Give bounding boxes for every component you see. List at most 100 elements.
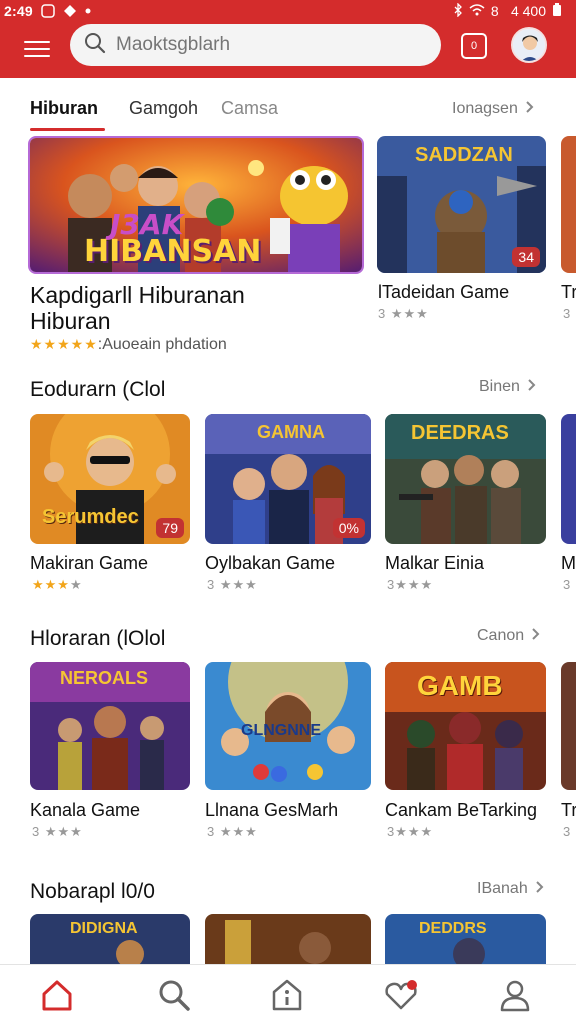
- info-icon: [272, 979, 302, 1011]
- game-card-deddrs[interactable]: DEDDRS: [385, 914, 546, 964]
- game-card-partial[interactable]: [561, 414, 576, 544]
- rating-count: 3: [207, 824, 216, 839]
- game-card-art-text: GAMB: [417, 670, 503, 701]
- featured-title: Kapdigarll Hiburanan Hiburan: [30, 282, 245, 334]
- app-bar: 0: [0, 22, 576, 78]
- game-artwork: [561, 136, 576, 273]
- nav-search[interactable]: [156, 977, 192, 1013]
- game-card-art-text: Serumdec: [42, 506, 139, 528]
- game-card-art-text: GAMNA: [257, 422, 325, 442]
- game-card-art-text: DIDIGNA: [70, 920, 138, 937]
- game-card-neroals[interactable]: NEROALS: [30, 662, 190, 790]
- search-icon: [84, 32, 106, 59]
- battery-icon: [552, 2, 562, 20]
- game-card-gamb[interactable]: GAMB: [385, 662, 546, 790]
- section-more-label: Binen: [479, 378, 520, 395]
- game-card-art-text: DEDDRS: [419, 920, 487, 937]
- status-right: 8 4 400: [453, 1, 562, 20]
- game-card-art-text: SADDZAN: [415, 144, 513, 166]
- game-card-glngnne[interactable]: GLNGNNE: [205, 662, 371, 790]
- game-card-title: Kanala Game: [30, 800, 141, 820]
- avatar[interactable]: [511, 27, 547, 63]
- rating-count: 3: [207, 577, 216, 592]
- game-card-rating: 3 ★★★: [207, 824, 258, 839]
- section-more-label: Canon: [477, 627, 525, 644]
- chevron-right-icon: [536, 880, 544, 898]
- rating-count: 3: [378, 306, 387, 321]
- featured-card[interactable]: J3AK HIBANSAN: [28, 136, 364, 274]
- featured-art-text-main: HIBANSAN: [84, 234, 262, 269]
- game-card-serumdec[interactable]: Serumdec 79: [30, 414, 190, 544]
- game-card-badge: 79: [156, 518, 184, 538]
- tab-gamgoh[interactable]: Gamgoh: [129, 98, 198, 119]
- notification-button[interactable]: 0: [461, 33, 487, 59]
- rating-count: 3: [387, 577, 396, 592]
- tab-underline: [30, 128, 105, 131]
- game-card-title: Malkar Einia: [385, 553, 485, 573]
- section-more-link[interactable]: Binen: [479, 378, 536, 396]
- menu-button[interactable]: [24, 34, 54, 64]
- rating-count: 3: [387, 824, 396, 839]
- tabs-more-label: Ionagsen: [452, 100, 518, 117]
- bluetooth-icon: [453, 1, 463, 20]
- section-title: Nobarapl l0/0: [30, 880, 155, 903]
- game-card-rating: 3: [563, 306, 572, 321]
- tab-camsa[interactable]: Camsa: [221, 98, 278, 119]
- section-more-link[interactable]: Canon: [477, 627, 540, 645]
- search-bar[interactable]: [70, 24, 441, 66]
- home-icon: [42, 980, 72, 1011]
- wifi-icon: [469, 3, 485, 19]
- featured-stars: ★★★★★: [30, 336, 98, 352]
- game-card-art-text: GLNGNNE: [241, 722, 321, 739]
- dot-icon: [85, 4, 91, 18]
- game-artwork: [561, 414, 576, 544]
- game-card-rating: 3 ★★★: [378, 306, 429, 321]
- game-card-partial[interactable]: [561, 136, 576, 273]
- game-card-title: Tr: [561, 800, 576, 820]
- nav-favorites[interactable]: [383, 977, 419, 1013]
- nav-profile[interactable]: [497, 977, 533, 1013]
- game-card-didigna[interactable]: DIDIGNA: [30, 914, 190, 964]
- game-card-title: Makiran Game: [30, 553, 149, 573]
- featured-rating: ★★★★★:Auoeain phdation: [30, 336, 227, 354]
- chevron-right-icon: [528, 378, 536, 396]
- chevron-right-icon: [532, 627, 540, 645]
- game-card-rating: 3★★★: [387, 824, 434, 839]
- game-card-rating: 3: [563, 824, 572, 839]
- search-input[interactable]: [116, 34, 416, 56]
- game-card-partial[interactable]: [561, 662, 576, 790]
- game-card-row4-2[interactable]: [205, 914, 371, 964]
- game-card-saddzan[interactable]: SADDZAN 34: [377, 136, 546, 273]
- game-card-title: lTadeidan Game: [378, 282, 510, 302]
- game-card-art-text: NEROALS: [60, 668, 149, 688]
- category-tabs: Hiburan Gamgoh Camsa Ionagsen: [0, 92, 576, 132]
- status-time: 2:49: [4, 3, 33, 19]
- nav-info[interactable]: [269, 977, 305, 1013]
- section-title: Hloraran (lOlol: [30, 627, 166, 650]
- game-card-title: Oylbakan Game: [205, 553, 336, 573]
- nav-home[interactable]: [39, 977, 75, 1013]
- game-artwork: [205, 914, 371, 964]
- game-card-deedras[interactable]: DEEDRAS: [385, 414, 546, 544]
- status-right-text: 8 4 400: [490, 3, 546, 19]
- tabs-more-link[interactable]: Ionagsen: [452, 100, 534, 118]
- game-card-badge: 34: [512, 247, 540, 267]
- search-icon: [159, 980, 190, 1011]
- game-artwork: [561, 662, 576, 790]
- game-card-rating: 3 ★★★: [207, 577, 258, 592]
- bottom-navigation: [0, 964, 576, 1024]
- game-card-title: Llnana GesMarh: [205, 800, 339, 820]
- rating-count: 3: [32, 824, 41, 839]
- featured-rating-label: :Auoeain phdation: [97, 336, 227, 353]
- section-title: Eodurarn (Clol: [30, 378, 166, 401]
- game-card-badge: 0%: [332, 518, 365, 538]
- section-more-link[interactable]: IBanah: [477, 880, 544, 898]
- game-card-rating: 3 ★★★: [32, 824, 83, 839]
- game-card-art-text: DEEDRAS: [411, 422, 509, 444]
- avatar-icon: [513, 29, 545, 61]
- app-diamond-icon: [63, 4, 77, 18]
- tab-hiburan[interactable]: Hiburan: [30, 98, 98, 119]
- game-card-title: Tr: [561, 282, 576, 302]
- game-card-rating: ★★★★: [32, 577, 83, 592]
- game-card-gamna[interactable]: GAMNA 0%: [205, 414, 371, 544]
